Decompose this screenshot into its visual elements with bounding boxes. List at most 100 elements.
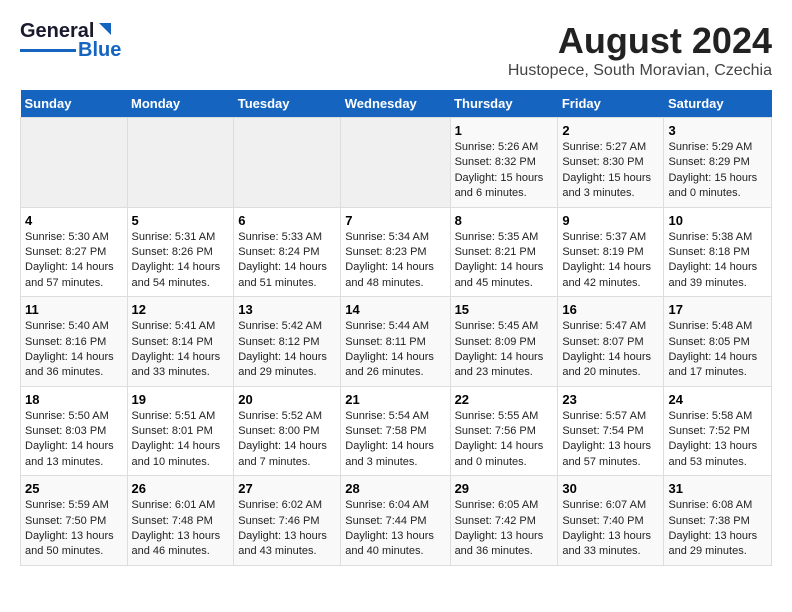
day-number: 20 — [238, 392, 336, 407]
logo-blue-text: Blue — [78, 39, 121, 62]
day-number: 25 — [25, 481, 123, 496]
day-info-line: Sunset: 8:32 PM — [455, 156, 536, 168]
day-info: Sunrise: 5:27 AMSunset: 8:30 PMDaylight:… — [562, 140, 659, 202]
day-number: 15 — [455, 302, 554, 317]
table-row: 16Sunrise: 5:47 AMSunset: 8:07 PMDayligh… — [558, 297, 664, 387]
table-row: 18Sunrise: 5:50 AMSunset: 8:03 PMDayligh… — [21, 386, 128, 476]
day-info-line: Sunrise: 5:42 AM — [238, 320, 322, 332]
table-row: 20Sunrise: 5:52 AMSunset: 8:00 PMDayligh… — [234, 386, 341, 476]
day-info-line: Sunset: 7:52 PM — [668, 425, 749, 437]
day-info: Sunrise: 6:07 AMSunset: 7:40 PMDaylight:… — [562, 498, 659, 560]
day-number: 11 — [25, 302, 123, 317]
calendar-title-area: August 2024 Hustopece, South Moravian, C… — [508, 20, 772, 80]
day-number: 6 — [238, 213, 336, 228]
header-sunday: Sunday — [21, 90, 128, 118]
header-friday: Friday — [558, 90, 664, 118]
day-info-line: Daylight: 14 hours and 57 minutes. — [25, 261, 114, 288]
day-number: 26 — [132, 481, 230, 496]
day-number: 12 — [132, 302, 230, 317]
day-info: Sunrise: 5:48 AMSunset: 8:05 PMDaylight:… — [668, 319, 767, 381]
table-row: 9 Sunrise: 5:37 AM Sunset: 8:19 PM Daylight… — [558, 207, 664, 297]
day-info-line: Sunrise: 6:04 AM — [345, 499, 429, 511]
day-info-line: Daylight: 15 hours and 6 minutes. — [455, 172, 544, 199]
day-number: 27 — [238, 481, 336, 496]
day-info-line: Daylight: 13 hours and 36 minutes. — [455, 530, 544, 557]
day-info-line: Sunset: 7:40 PM — [562, 515, 643, 527]
table-row: 13Sunrise: 5:42 AMSunset: 8:12 PMDayligh… — [234, 297, 341, 387]
day-info: Sunrise: 5:58 AMSunset: 7:52 PMDaylight:… — [668, 409, 767, 471]
day-info-line: Daylight: 13 hours and 57 minutes. — [562, 440, 651, 467]
day-info: Sunrise: 5:37 AM Sunset: 8:19 PM Daylight:… — [562, 230, 659, 292]
calendar-body: 1Sunrise: 5:26 AMSunset: 8:32 PMDaylight… — [21, 118, 772, 566]
day-info: Sunrise: 5:40 AMSunset: 8:16 PMDaylight:… — [25, 319, 123, 381]
day-info-line: Sunrise: 5:59 AM — [25, 499, 109, 511]
day-info: Sunrise: 6:02 AMSunset: 7:46 PMDaylight:… — [238, 498, 336, 560]
day-info-line: Sunrise: 5:30 AM — [25, 231, 109, 243]
table-row: 14Sunrise: 5:44 AMSunset: 8:11 PMDayligh… — [341, 297, 450, 387]
day-number: 9 — [562, 213, 659, 228]
day-info-line: Sunrise: 5:57 AM — [562, 410, 646, 422]
day-info: Sunrise: 5:42 AMSunset: 8:12 PMDaylight:… — [238, 319, 336, 381]
day-number: 2 — [562, 123, 659, 138]
day-info-line: Sunrise: 5:33 AM — [238, 231, 322, 243]
day-info-line: Daylight: 14 hours and 39 minutes. — [668, 261, 757, 288]
day-number: 14 — [345, 302, 445, 317]
day-number: 28 — [345, 481, 445, 496]
day-info-line: Sunrise: 6:07 AM — [562, 499, 646, 511]
day-info-line: Sunset: 8:19 PM — [562, 246, 643, 258]
day-info: Sunrise: 5:34 AMSunset: 8:23 PMDaylight:… — [345, 230, 445, 292]
day-info-line: Daylight: 13 hours and 46 minutes. — [132, 530, 221, 557]
day-info: Sunrise: 5:33 AMSunset: 8:24 PMDaylight:… — [238, 230, 336, 292]
day-info-line: Sunset: 8:27 PM — [25, 246, 106, 258]
day-info: Sunrise: 5:31 AMSunset: 8:26 PMDaylight:… — [132, 230, 230, 292]
table-row: 29Sunrise: 6:05 AMSunset: 7:42 PMDayligh… — [450, 476, 558, 566]
day-info-line: Sunrise: 5:55 AM — [455, 410, 539, 422]
day-info-line: Sunset: 8:16 PM — [25, 336, 106, 348]
day-number: 19 — [132, 392, 230, 407]
day-info-line: Sunrise: 5:35 AM — [455, 231, 539, 243]
table-row — [21, 118, 128, 208]
day-info-line: Sunset: 7:54 PM — [562, 425, 643, 437]
table-row: 15Sunrise: 5:45 AMSunset: 8:09 PMDayligh… — [450, 297, 558, 387]
day-info-line: Daylight: 14 hours and 10 minutes. — [132, 440, 221, 467]
day-info-line: Daylight: 14 hours and 26 minutes. — [345, 351, 434, 378]
day-info-line: Daylight: 14 hours and 36 minutes. — [25, 351, 114, 378]
day-info-line: Sunrise: 5:27 AM — [562, 141, 646, 153]
day-info: Sunrise: 5:35 AMSunset: 8:21 PMDaylight:… — [455, 230, 554, 292]
day-info-line: Daylight: 14 hours and 51 minutes. — [238, 261, 327, 288]
day-info-line: Sunset: 7:38 PM — [668, 515, 749, 527]
day-info-line: Daylight: 14 hours and 7 minutes. — [238, 440, 327, 467]
table-row: 8 Sunrise: 5:35 AMSunset: 8:21 PMDaylight… — [450, 207, 558, 297]
table-row: 27 Sunrise: 6:02 AMSunset: 7:46 PMDayligh… — [234, 476, 341, 566]
day-info-line: Daylight: 14 hours and 13 minutes. — [25, 440, 114, 467]
day-info-line: Sunrise: 5:47 AM — [562, 320, 646, 332]
day-info-line: Daylight: 13 hours and 50 minutes. — [25, 530, 114, 557]
calendar-table: Sunday Monday Tuesday Wednesday Thursday… — [20, 90, 772, 566]
day-info-line: Sunset: 7:44 PM — [345, 515, 426, 527]
day-number: 10 — [668, 213, 767, 228]
day-info-line: Sunset: 8:14 PM — [132, 336, 213, 348]
table-row: 31Sunrise: 6:08 AMSunset: 7:38 PMDayligh… — [664, 476, 772, 566]
day-info-line: Daylight: 14 hours and 54 minutes. — [132, 261, 221, 288]
day-info-line: Sunrise: 5:58 AM — [668, 410, 752, 422]
day-info-line: Daylight: 14 hours and 48 minutes. — [345, 261, 434, 288]
day-number: 8 — [455, 213, 554, 228]
day-info-line: Sunrise: 6:08 AM — [668, 499, 752, 511]
day-info-line: Daylight: 14 hours and 23 minutes. — [455, 351, 544, 378]
calendar-subtitle: Hustopece, South Moravian, Czechia — [508, 62, 772, 80]
table-row: 5Sunrise: 5:31 AMSunset: 8:26 PMDaylight… — [127, 207, 234, 297]
day-info-line: Daylight: 14 hours and 17 minutes. — [668, 351, 757, 378]
day-info-line: Sunrise: 5:29 AM — [668, 141, 752, 153]
day-info-line: Sunrise: 5:37 AM — [562, 231, 646, 243]
page-header: General Blue August 2024 Hustopece, Sout… — [20, 20, 772, 80]
day-info-line: Sunrise: 5:26 AM — [455, 141, 539, 153]
day-number: 16 — [562, 302, 659, 317]
table-row: 7Sunrise: 5:34 AMSunset: 8:23 PMDaylight… — [341, 207, 450, 297]
day-info-line: Sunrise: 5:54 AM — [345, 410, 429, 422]
day-info-line: Sunset: 8:07 PM — [562, 336, 643, 348]
table-row — [127, 118, 234, 208]
day-info-line: Daylight: 14 hours and 42 minutes. — [562, 261, 651, 288]
day-info-line: Sunrise: 5:44 AM — [345, 320, 429, 332]
day-info-line: Daylight: 14 hours and 33 minutes. — [132, 351, 221, 378]
day-info: Sunrise: 5:55 AMSunset: 7:56 PMDaylight:… — [455, 409, 554, 471]
